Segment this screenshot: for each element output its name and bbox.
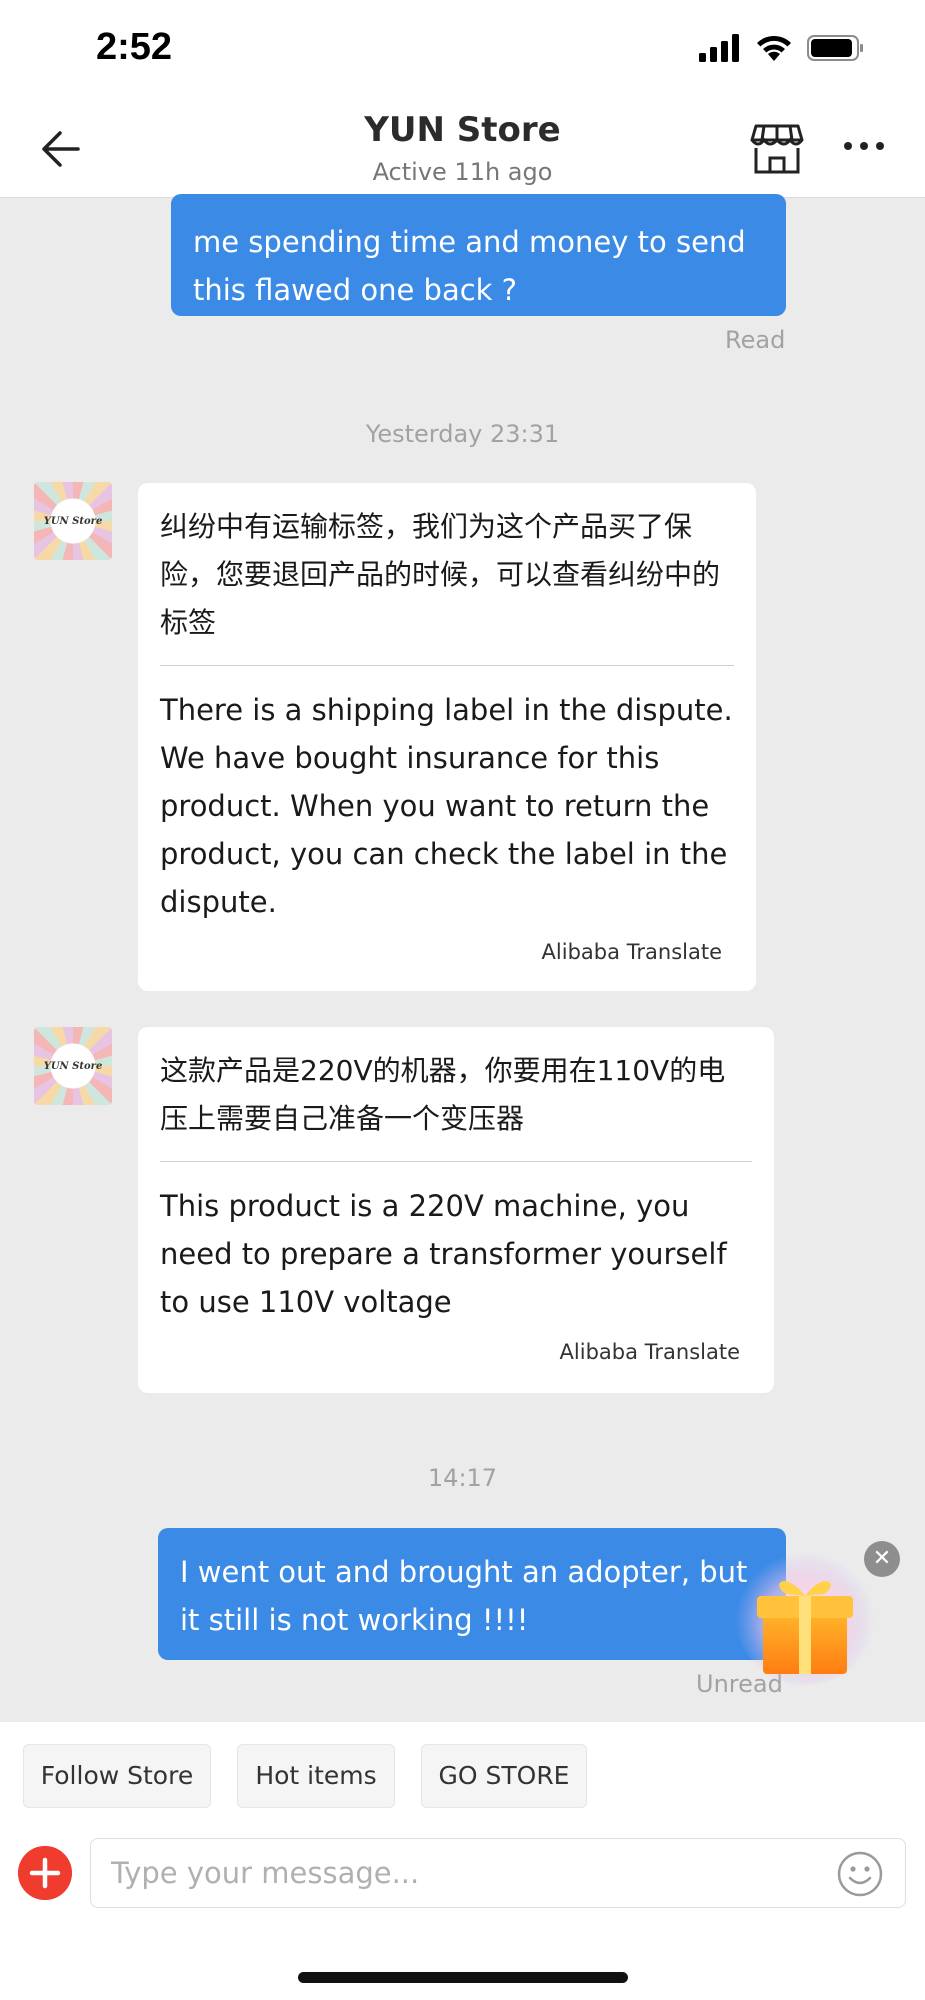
close-icon[interactable]: ✕	[864, 1541, 900, 1577]
status-icons	[699, 34, 865, 62]
message-text: I went out and brought an adopter, but i…	[180, 1555, 748, 1637]
message-composer	[90, 1838, 906, 1908]
status-bar: 2:52	[0, 0, 925, 100]
store-avatar[interactable]: YUN Store	[34, 482, 112, 560]
battery-icon	[807, 35, 863, 61]
translation-divider	[160, 1161, 752, 1162]
avatar-logo-text: YUN Store	[43, 1060, 103, 1072]
incoming-message[interactable]: 这款产品是220V的机器，你要用在110V的电压上需要自己准备一个变压器 Thi…	[138, 1027, 774, 1393]
hot-items-button[interactable]: Hot items	[237, 1744, 395, 1808]
original-text: 这款产品是220V的机器，你要用在110V的电压上需要自己准备一个变压器	[160, 1054, 726, 1135]
original-text: 纠纷中有运输标签，我们为这个产品买了保险，您要退回产品的时候，可以查看纠纷中的标…	[160, 510, 721, 639]
translation-divider	[160, 665, 734, 666]
translation-source: Alibaba Translate	[541, 940, 722, 964]
translated-text: There is a shipping label in the dispute…	[160, 693, 733, 919]
incoming-message[interactable]: 纠纷中有运输标签，我们为这个产品买了保险，您要退回产品的时候，可以查看纠纷中的标…	[138, 483, 756, 991]
message-text: me spending time and money to send this …	[193, 225, 746, 307]
translated-text: This product is a 220V machine, you need…	[160, 1189, 727, 1319]
time-separator: Yesterday 23:31	[365, 420, 560, 448]
time-separator: 14:17	[427, 1464, 498, 1492]
message-input[interactable]	[111, 1851, 801, 1895]
chat-header: YUN Store Active 11h ago	[0, 100, 925, 198]
bottom-panel: Follow Store Hot items GO STORE	[0, 1722, 925, 2000]
signal-icon	[699, 34, 739, 62]
outgoing-message[interactable]: me spending time and money to send this …	[171, 194, 786, 316]
status-time: 2:52	[96, 26, 173, 68]
go-store-button[interactable]: GO STORE	[421, 1744, 587, 1808]
more-options-icon[interactable]	[842, 136, 886, 156]
translation-source: Alibaba Translate	[559, 1340, 740, 1364]
add-attachment-button[interactable]	[18, 1846, 72, 1900]
avatar-logo-text: YUN Store	[43, 515, 103, 527]
wifi-icon	[757, 35, 791, 61]
emoji-icon[interactable]	[836, 1850, 884, 1898]
follow-store-button[interactable]: Follow Store	[23, 1744, 211, 1808]
outgoing-message[interactable]: I went out and brought an adopter, but i…	[158, 1528, 786, 1660]
gift-icon[interactable]	[730, 1530, 880, 1690]
store-avatar[interactable]: YUN Store	[34, 1027, 112, 1105]
home-indicator[interactable]	[298, 1972, 628, 1983]
read-receipt: Read	[725, 326, 786, 354]
store-icon[interactable]	[750, 122, 804, 176]
